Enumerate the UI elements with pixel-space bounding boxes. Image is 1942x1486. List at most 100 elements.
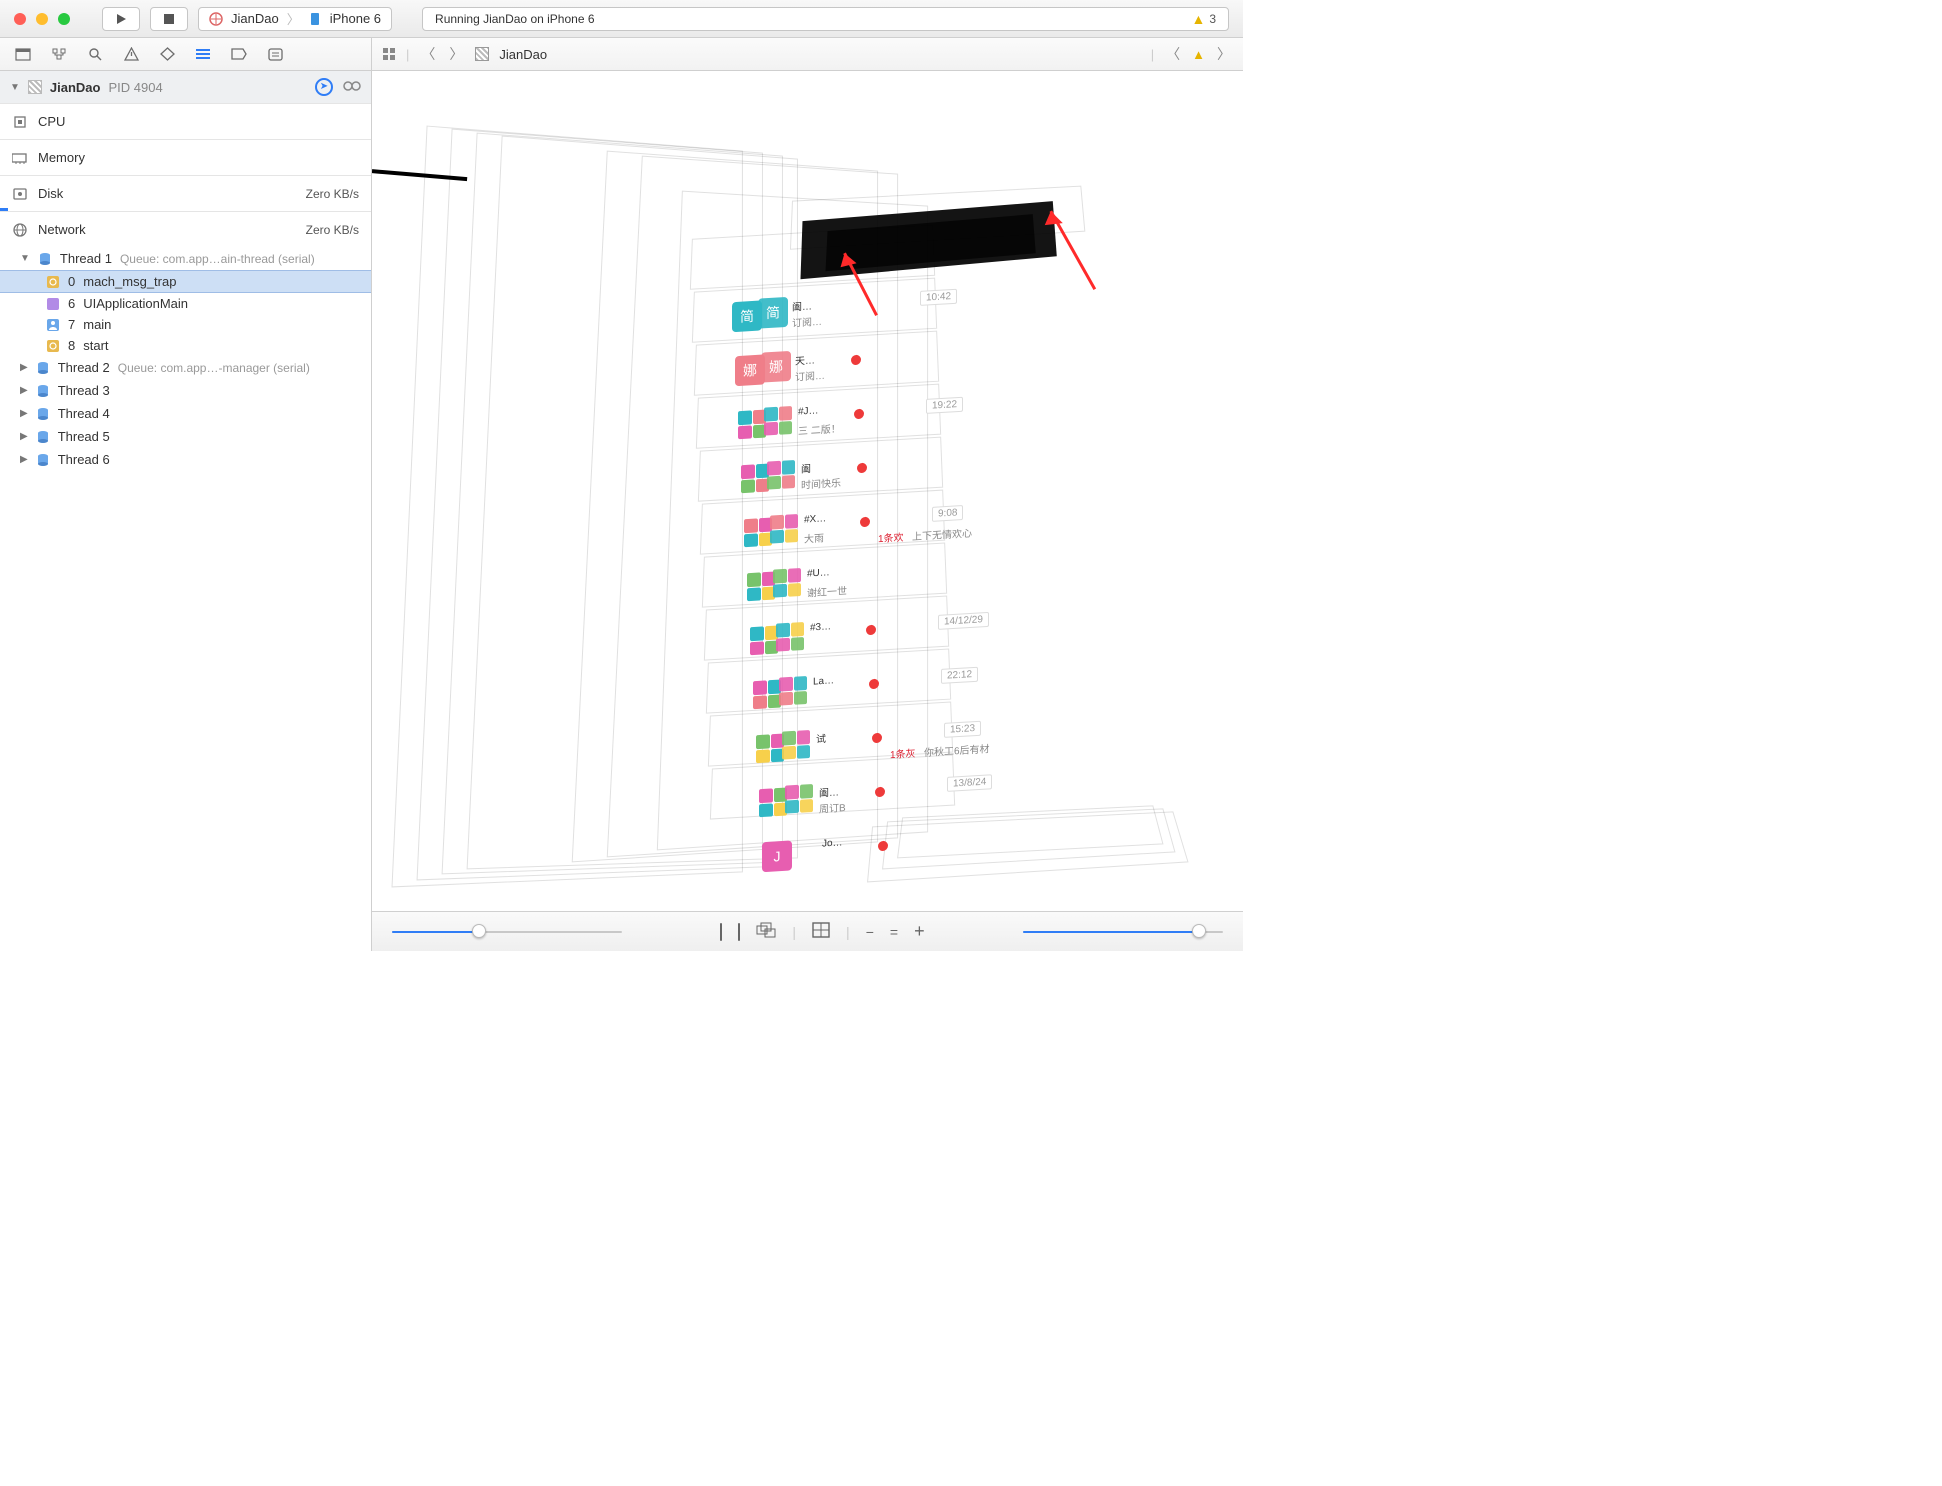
traffic-minimize-icon[interactable] [36, 13, 48, 25]
view-process-button[interactable] [343, 78, 361, 97]
warning-icon: ▲ [1191, 11, 1205, 27]
metric-cpu-label: CPU [38, 114, 359, 129]
zoom-fit-button[interactable]: = [890, 924, 898, 940]
group-avatar-icon [779, 676, 807, 706]
disclosure-triangle-icon[interactable]: ▼ [10, 82, 20, 93]
scheme-selector[interactable]: JianDao 〉 iPhone 6 [198, 7, 392, 31]
view-debugger-canvas[interactable]: 简简阖…订阅…10:42娜娜天…订阅… #J…三 二版！19:22 阖时间快乐 … [372, 71, 1243, 951]
thread-row[interactable]: ▶ Thread 6 [0, 448, 371, 471]
window-titlebar: JianDao 〉 iPhone 6 Running JianDao on iP… [0, 0, 1243, 38]
metric-disk-label: Disk [38, 186, 296, 201]
location-button[interactable]: ➤ [315, 78, 333, 96]
disclosure-triangle-icon[interactable]: ▼ [20, 253, 30, 264]
frame-icon [46, 339, 60, 353]
stop-button[interactable] [150, 7, 188, 31]
cell-title: Jo… [822, 837, 843, 849]
unread-dot-icon [860, 517, 870, 528]
related-items-icon[interactable] [382, 47, 396, 61]
app-icon [209, 12, 223, 26]
report-navigator-icon[interactable] [266, 45, 284, 63]
metric-disk-value: Zero KB/s [306, 187, 359, 201]
metric-cpu[interactable]: CPU [0, 103, 371, 139]
find-navigator-icon[interactable] [86, 45, 104, 63]
avatar-icon: J [762, 840, 792, 872]
cell-timestamp: 9:08 [932, 505, 963, 522]
disclosure-triangle-icon[interactable]: ▶ [20, 454, 28, 465]
assistant-warning-icon[interactable]: ▲ [1192, 47, 1205, 62]
disclosure-triangle-icon[interactable]: ▶ [20, 362, 28, 373]
thread-icon [36, 430, 50, 444]
thread-row[interactable]: ▼ Thread 1 Queue: com.app…ain-thread (se… [0, 247, 371, 270]
frame-index: 6 [68, 296, 75, 311]
issues-badge[interactable]: ▲ 3 [1191, 11, 1216, 27]
cell-title: 试 [816, 730, 826, 746]
test-navigator-icon[interactable] [158, 45, 176, 63]
zoom-in-button[interactable]: + [914, 921, 925, 942]
cell-timestamp: 15:23 [944, 721, 981, 738]
group-avatar-icon [756, 734, 784, 764]
metric-network[interactable]: Network Zero KB/s [0, 211, 371, 247]
cell-pin: 1条灰 [890, 745, 916, 762]
thread-icon [36, 407, 50, 421]
cell-timestamp: 10:42 [920, 289, 957, 306]
metric-memory[interactable]: Memory [0, 139, 371, 175]
traffic-zoom-icon[interactable] [58, 13, 70, 25]
assistant-back-icon[interactable]: 〈 [1164, 44, 1182, 64]
unread-dot-icon [854, 409, 864, 420]
cell-subtitle: 谢红一世 [807, 582, 847, 599]
thread-list: ▼ Thread 1 Queue: com.app…ain-thread (se… [0, 247, 371, 471]
unread-dot-icon [878, 841, 888, 852]
stack-frame-row[interactable]: 0 mach_msg_trap [0, 270, 371, 293]
stack-frame-row[interactable]: 7 main [0, 314, 371, 335]
layers-mode-button[interactable] [756, 922, 776, 941]
thread-row[interactable]: ▶ Thread 5 [0, 425, 371, 448]
cell-subtitle: 大雨 [804, 529, 824, 545]
jump-bar[interactable]: | 〈 〉 JianDao [382, 44, 547, 64]
frame-name: start [83, 338, 108, 353]
thread-row[interactable]: ▶ Thread 2 Queue: com.app…-manager (seri… [0, 356, 371, 379]
nav-back-button[interactable]: 〈 [419, 44, 437, 64]
cell-subtitle: 订阅… [792, 313, 822, 330]
scheme-app-label: JianDao [231, 11, 279, 26]
chevron-right-icon: 〉 [287, 9, 300, 28]
disclosure-triangle-icon[interactable]: ▶ [20, 431, 28, 442]
disclosure-triangle-icon[interactable]: ▶ [20, 385, 28, 396]
zoom-out-button[interactable]: − [866, 924, 874, 940]
debug-navigator-icon[interactable] [194, 45, 212, 63]
thread-title: Thread 2 [58, 360, 110, 375]
activity-bar: Running JianDao on iPhone 6 ▲ 3 [422, 7, 1229, 31]
cell-title: #3… [810, 621, 831, 633]
project-navigator-icon[interactable] [14, 45, 32, 63]
thread-title: Thread 6 [58, 452, 110, 467]
metric-disk[interactable]: Disk Zero KB/s [0, 175, 371, 211]
process-header[interactable]: ▼ JianDao PID 4904 ➤ [0, 71, 371, 103]
orient-2d-button[interactable] [812, 922, 830, 941]
nav-forward-button[interactable]: 〉 [447, 44, 465, 64]
thread-row[interactable]: ▶ Thread 3 [0, 379, 371, 402]
issues-count: 3 [1209, 12, 1216, 26]
cell-subtitle: 时间快乐 [801, 474, 841, 491]
run-button[interactable] [102, 7, 140, 31]
unread-dot-icon [875, 787, 885, 798]
stack-frame-row[interactable]: 6 UIApplicationMain [0, 293, 371, 314]
group-avatar-icon [750, 626, 778, 656]
range-slider-left[interactable] [392, 929, 622, 935]
group-avatar-icon [764, 406, 792, 436]
range-slider-right[interactable] [1023, 929, 1223, 935]
symbol-navigator-icon[interactable] [50, 45, 68, 63]
assistant-forward-icon[interactable]: 〉 [1215, 44, 1233, 64]
thread-title: Thread 3 [58, 383, 110, 398]
constraints-mode-button[interactable] [738, 924, 740, 940]
stack-frame-row[interactable]: 8 start [0, 335, 371, 356]
frame-icon [46, 275, 60, 289]
disclosure-triangle-icon[interactable]: ▶ [20, 408, 28, 419]
breakpoint-navigator-icon[interactable] [230, 45, 248, 63]
issue-navigator-icon[interactable] [122, 45, 140, 63]
cell-subtitle: 订阅… [795, 367, 825, 384]
group-avatar-icon [782, 730, 810, 760]
thread-row[interactable]: ▶ Thread 4 [0, 402, 371, 425]
jump-project-label[interactable]: JianDao [499, 47, 547, 62]
clip-mode-button[interactable] [720, 924, 722, 940]
traffic-close-icon[interactable] [14, 13, 26, 25]
group-avatar-icon [770, 514, 798, 544]
